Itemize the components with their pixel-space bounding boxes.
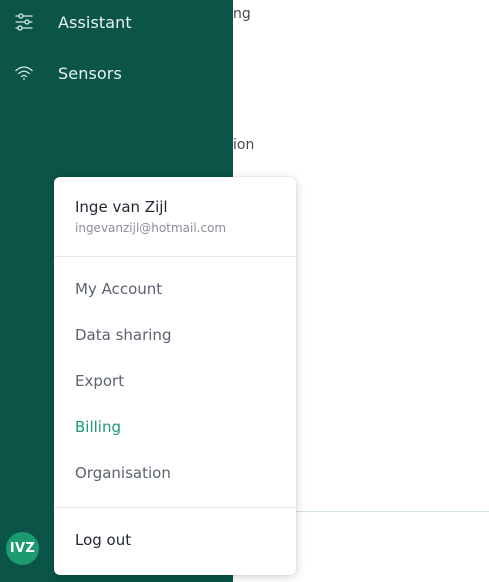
app-root: ng ion Assistant Sensors IVZ Inge van Zi…: [0, 0, 489, 582]
menu-divider: [54, 507, 296, 508]
sidebar-item-sensors[interactable]: Sensors: [0, 53, 233, 93]
user-name: Inge van Zijl: [75, 198, 168, 216]
main-snippet-2: ion: [233, 137, 255, 153]
menu-item-export[interactable]: Export: [75, 372, 124, 390]
user-email: ingevanzijl@hotmail.com: [75, 221, 227, 235]
sliders-icon: [14, 12, 34, 32]
menu-item-my-account[interactable]: My Account: [75, 280, 162, 298]
logout-button[interactable]: Log out: [75, 531, 131, 549]
avatar[interactable]: IVZ: [6, 532, 39, 565]
sidebar-item-label: Sensors: [58, 63, 122, 83]
sidebar-item-label: Assistant: [58, 12, 132, 32]
sidebar-item-assistant[interactable]: Assistant: [0, 2, 233, 42]
menu-item-data-sharing[interactable]: Data sharing: [75, 326, 171, 344]
menu-item-billing[interactable]: Billing: [75, 418, 121, 436]
menu-item-organisation[interactable]: Organisation: [75, 464, 171, 482]
account-menu: Inge van Zijl ingevanzijl@hotmail.com My…: [54, 177, 296, 575]
menu-divider: [54, 256, 296, 257]
wifi-icon: [14, 63, 34, 83]
main-snippet-1: ng: [233, 6, 251, 22]
